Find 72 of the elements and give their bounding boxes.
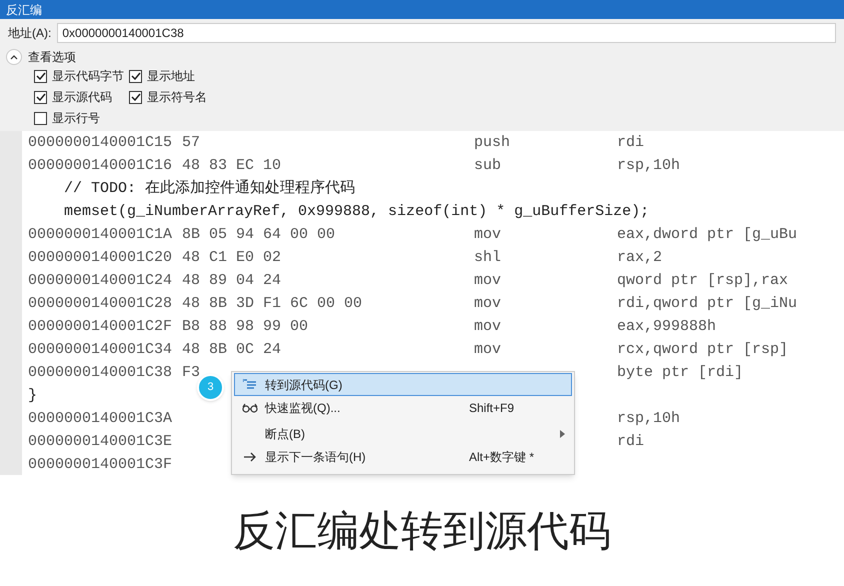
operands: rsp,10h <box>617 156 680 176</box>
code-bytes: 48 C1 E0 02 <box>182 249 282 266</box>
checkbox[interactable] <box>34 112 47 124</box>
address-text: 0000000140001C16 <box>28 157 172 174</box>
code-bytes: B8 88 98 99 00 <box>182 318 308 336</box>
mnemonic: mov <box>474 272 502 290</box>
operands: qword ptr [rsp],rax <box>617 271 788 292</box>
code-bytes: 8B 05 94 64 00 00 <box>182 226 336 244</box>
mnemonic: sub <box>474 157 502 174</box>
section-title: 查看选项 <box>28 49 76 66</box>
collapse-button[interactable] <box>6 49 22 65</box>
address-text: 0000000140001C2F <box>28 318 172 336</box>
operands: rax,2 <box>617 248 662 268</box>
check-icon <box>130 93 140 101</box>
address-text: 0000000140001C20 <box>28 249 172 266</box>
list-icon <box>243 378 257 390</box>
mnemonic: mov <box>474 318 502 336</box>
mnemonic: push <box>474 134 510 152</box>
menu-item[interactable]: 快速监视(Q)... Shift+F9 <box>234 396 572 419</box>
operands: byte ptr [rdi] <box>617 363 744 384</box>
option-checkbox[interactable]: 显示代码字节 <box>34 67 129 85</box>
mnemonic: mov <box>474 226 502 244</box>
chevron-icon <box>10 54 18 60</box>
address-text: 0000000140001C34 <box>28 341 172 358</box>
checkbox[interactable] <box>129 90 142 104</box>
operands: eax,999888h <box>617 317 716 338</box>
operands: rdi <box>617 432 644 452</box>
check-icon <box>36 72 46 80</box>
mnemonic: mov <box>474 295 502 312</box>
option-checkbox[interactable]: 显示源代码 <box>34 88 129 106</box>
menu-item[interactable]: 转到源代码(G) <box>234 373 572 396</box>
address-text: 0000000140001C15 <box>28 134 172 152</box>
checkbox[interactable] <box>129 70 142 82</box>
check-icon <box>36 93 46 101</box>
operands: eax,dword ptr [g_uBu <box>617 225 798 246</box>
code-bytes: 48 83 EC 10 <box>182 157 282 174</box>
option-checkbox[interactable]: 显示行号 <box>34 109 129 127</box>
code-bytes: 48 8B 0C 24 <box>182 341 282 358</box>
address-text: 0000000140001C24 <box>28 272 172 290</box>
address-text: 0000000140001C1A <box>28 226 172 244</box>
checkbox[interactable] <box>34 70 47 82</box>
address-text: 0000000140001C3A <box>28 410 172 428</box>
source-line: // TODO: 在此添加控件通知处理程序代码 <box>63 178 356 200</box>
operands: rsp,10h <box>617 409 680 430</box>
address-field[interactable]: 0x0000000140001C38 <box>57 23 836 43</box>
checkbox[interactable] <box>34 90 47 104</box>
address-text: 0000000140001C38 <box>28 364 172 382</box>
address-label: 地址(A): <box>8 25 52 42</box>
option-checkbox[interactable]: 显示地址 <box>129 67 229 85</box>
operands: rcx,qword ptr [rsp] <box>617 340 788 360</box>
code-bytes: 48 89 04 24 <box>182 272 282 290</box>
mnemonic: shl <box>474 249 502 266</box>
code-bytes: 48 8B 3D F1 6C 00 00 <box>182 295 362 312</box>
check-icon <box>130 72 140 80</box>
menu-item[interactable]: 显示下一条语句(H) Alt+数字键 * <box>234 445 572 468</box>
arrow-right-icon <box>243 452 257 462</box>
option-checkbox[interactable]: 显示符号名 <box>129 88 229 106</box>
address-text: 0000000140001C3F <box>28 456 172 474</box>
operands: rdi <box>617 133 644 154</box>
address-text: 0000000140001C3E <box>28 433 172 450</box>
caption: 反汇编处转到源代码 <box>233 505 611 557</box>
window-title: 反汇编 <box>6 2 42 18</box>
source-line: memset(g_iNumberArrayRef, 0x999888, sizeof(int) * g_uBufferSize); <box>63 202 650 222</box>
operands: rdi,qword ptr [g_iNu <box>617 294 798 314</box>
mnemonic: mov <box>474 341 502 358</box>
step-badge: 3 <box>197 374 224 401</box>
glasses-icon <box>242 402 258 412</box>
address-text: 0000000140001C28 <box>28 295 172 312</box>
submenu-arrow-icon <box>560 430 565 438</box>
menu-item[interactable]: 断点(B) <box>234 422 572 445</box>
code-bytes: 57 <box>182 134 200 152</box>
source-line: } <box>28 386 38 406</box>
